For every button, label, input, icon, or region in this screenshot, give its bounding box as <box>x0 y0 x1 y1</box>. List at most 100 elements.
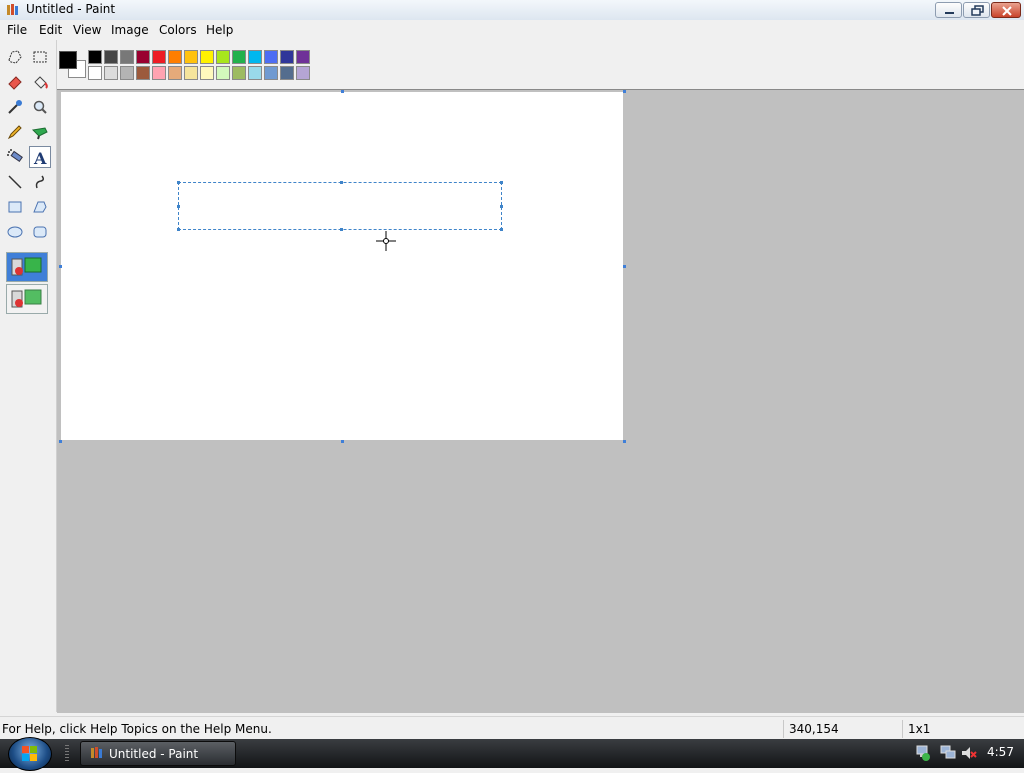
status-divider <box>902 720 903 738</box>
ellipse-tool[interactable] <box>4 221 26 243</box>
palette-color-swatch[interactable] <box>88 66 102 80</box>
palette-color-swatch[interactable] <box>152 66 166 80</box>
paint-app-icon <box>6 3 20 17</box>
free-form-select-tool[interactable] <box>4 46 26 68</box>
transparent-background-icon <box>11 289 42 308</box>
palette-color-swatch[interactable] <box>104 66 118 80</box>
palette-color-swatch[interactable] <box>216 66 230 80</box>
palette-color-swatch[interactable] <box>248 50 262 64</box>
canvas-resize-handle[interactable] <box>623 265 626 268</box>
select-icon <box>33 51 47 63</box>
palette-color-swatch[interactable] <box>296 66 310 80</box>
palette-color-swatch[interactable] <box>168 50 182 64</box>
canvas-resize-handle[interactable] <box>341 90 344 93</box>
line-tool[interactable] <box>4 171 26 193</box>
restore-button[interactable] <box>963 2 990 18</box>
brush-icon <box>31 127 48 140</box>
windows-logo-icon <box>22 746 37 761</box>
text-box-handle[interactable] <box>500 205 503 208</box>
text-box-handle[interactable] <box>500 228 503 231</box>
brush-tool[interactable] <box>29 121 51 143</box>
crosshair-cursor-icon <box>375 230 397 255</box>
palette-color-swatch[interactable] <box>264 50 278 64</box>
text-box-handle[interactable] <box>177 228 180 231</box>
network-status-icon[interactable] <box>914 744 932 765</box>
text-box-handle[interactable] <box>177 181 180 184</box>
taskbar-clock: 4:57 <box>987 745 1014 759</box>
taskbar-paint-button[interactable]: Untitled - Paint <box>80 741 236 766</box>
palette-color-swatch[interactable] <box>296 50 310 64</box>
canvas-resize-handle[interactable] <box>623 440 626 443</box>
text-input-box[interactable] <box>177 181 503 231</box>
foreground-color-swatch[interactable] <box>59 51 77 69</box>
menu-image[interactable]: Image <box>111 23 149 37</box>
palette-color-swatch[interactable] <box>216 50 230 64</box>
text-box-handle[interactable] <box>340 228 343 231</box>
text-box-handle[interactable] <box>500 181 503 184</box>
menu-edit[interactable]: Edit <box>39 23 62 37</box>
palette-color-swatch[interactable] <box>152 50 166 64</box>
text-box-handle[interactable] <box>177 205 180 208</box>
palette-color-swatch[interactable] <box>280 50 294 64</box>
rounded-rectangle-tool[interactable] <box>29 221 51 243</box>
magnifier-tool[interactable] <box>29 96 51 118</box>
palette-color-swatch[interactable] <box>88 50 102 64</box>
taskbar-grip[interactable] <box>65 745 69 763</box>
status-help-text: For Help, click Help Topics on the Help … <box>2 722 272 736</box>
polygon-icon <box>33 201 47 213</box>
status-bar: For Help, click Help Topics on the Help … <box>0 716 1024 740</box>
fill-with-color-tool[interactable] <box>29 71 51 93</box>
palette-color-swatch[interactable] <box>232 50 246 64</box>
palette-color-swatch[interactable] <box>184 66 198 80</box>
palette-color-swatch[interactable] <box>136 66 150 80</box>
curve-tool[interactable] <box>29 171 51 193</box>
pick-color-tool[interactable] <box>4 96 26 118</box>
palette-color-swatch[interactable] <box>248 66 262 80</box>
eraser-icon <box>8 76 22 90</box>
polygon-tool[interactable] <box>29 196 51 218</box>
menu-help[interactable]: Help <box>206 23 233 37</box>
close-button[interactable] <box>991 2 1021 18</box>
drawing-canvas[interactable] <box>61 92 623 440</box>
palette-color-swatch[interactable] <box>264 66 278 80</box>
eraser-tool[interactable] <box>4 71 26 93</box>
taskbar-paint-label: Untitled - Paint <box>109 747 199 761</box>
canvas-resize-handle[interactable] <box>59 440 62 443</box>
menu-bar: File Edit View Image Colors Help <box>0 20 1024 40</box>
text-box-handle[interactable] <box>340 181 343 184</box>
palette-color-swatch[interactable] <box>136 50 150 64</box>
palette-color-swatch[interactable] <box>200 66 214 80</box>
palette-color-swatch[interactable] <box>280 66 294 80</box>
palette-color-swatch[interactable] <box>200 50 214 64</box>
pencil-icon <box>7 125 22 140</box>
minimize-button[interactable] <box>935 2 962 18</box>
text-tool[interactable]: A <box>29 146 51 168</box>
canvas-resize-handle[interactable] <box>341 440 344 443</box>
menu-colors[interactable]: Colors <box>159 23 197 37</box>
palette-color-swatch[interactable] <box>168 66 182 80</box>
start-button[interactable] <box>8 737 52 771</box>
palette-color-swatch[interactable] <box>184 50 198 64</box>
palette-color-swatch[interactable] <box>120 50 134 64</box>
volume-muted-icon[interactable] <box>960 744 978 765</box>
fill-with-color-icon <box>34 76 48 89</box>
opaque-background-option[interactable] <box>6 252 48 282</box>
line-icon <box>8 175 22 189</box>
menu-view[interactable]: View <box>73 23 101 37</box>
airbrush-tool[interactable] <box>4 146 26 168</box>
canvas-resize-handle[interactable] <box>623 90 626 93</box>
canvas-resize-handle[interactable] <box>59 265 62 268</box>
transparent-background-option[interactable] <box>6 284 48 314</box>
network-connection-icon[interactable] <box>939 744 957 765</box>
pencil-tool[interactable] <box>4 121 26 143</box>
select-tool[interactable] <box>29 46 51 68</box>
rectangle-tool[interactable] <box>4 196 26 218</box>
paint-taskbar-icon <box>90 746 104 763</box>
free-form-select-icon <box>8 50 22 64</box>
text-icon: A <box>33 149 47 167</box>
menu-file[interactable]: File <box>7 23 27 37</box>
palette-color-swatch[interactable] <box>104 50 118 64</box>
airbrush-icon <box>7 149 23 163</box>
palette-color-swatch[interactable] <box>120 66 134 80</box>
palette-color-swatch[interactable] <box>232 66 246 80</box>
